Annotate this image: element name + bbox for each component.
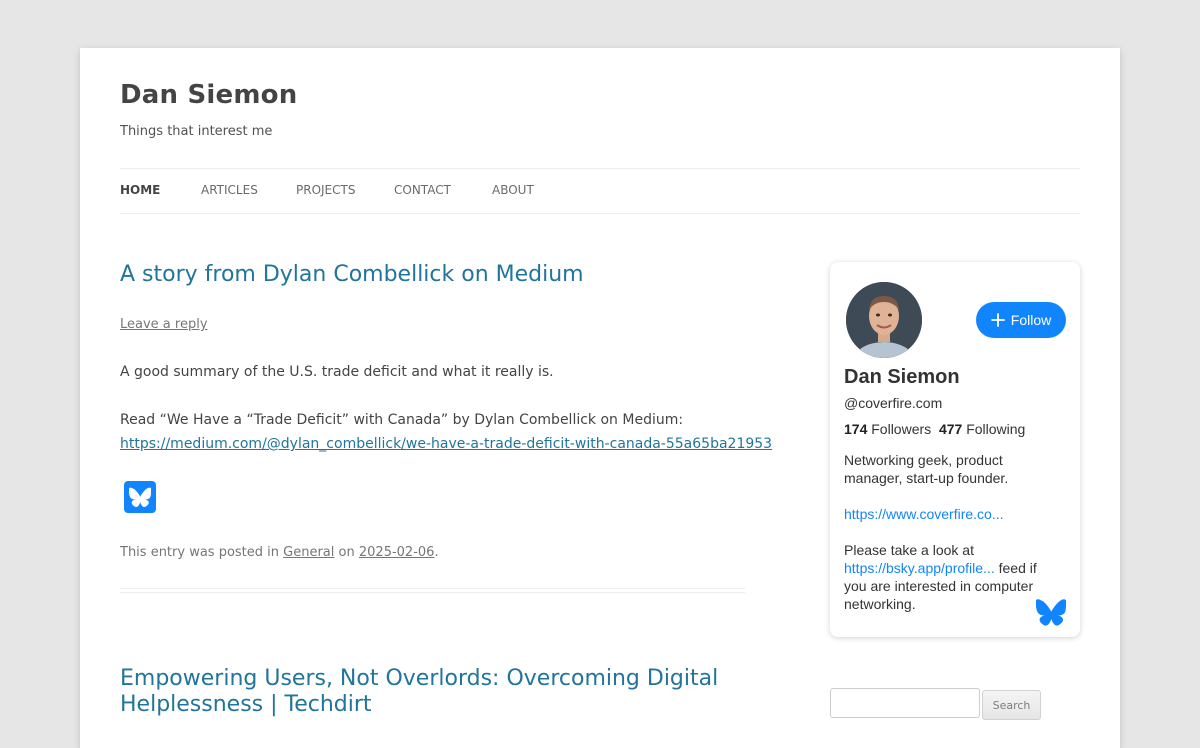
bio-line2: Please take a look at https://bsky.app/p… <box>844 541 1054 613</box>
nav-item-about[interactable]: ABOUT <box>492 183 534 197</box>
bio-line2-prefix: Please take a look at <box>844 542 974 558</box>
bluesky-share-button[interactable] <box>124 481 156 513</box>
post-summary: A good summary of the U.S. trade deficit… <box>120 364 554 380</box>
nav-item-home[interactable]: HOME <box>120 183 160 197</box>
followers-count: 174 <box>844 421 868 437</box>
site-description: Things that interest me <box>120 124 273 139</box>
nav-item-articles[interactable]: ARTICLES <box>201 183 258 197</box>
following-count: 477 <box>938 421 963 437</box>
nav-item-contact[interactable]: CONTACT <box>394 183 451 197</box>
post-title-2[interactable]: Empowering Users, Not Overlords: Overcom… <box>120 666 718 718</box>
post-title-2-line2: Helplessness | Techdirt <box>120 692 372 717</box>
avatar[interactable] <box>846 282 922 358</box>
bluesky-profile-card: Follow Dan Siemon @coverfire.com 174 Fol… <box>830 262 1080 637</box>
post-title-2-line1: Empowering Users, Not Overlords: Overcom… <box>120 666 719 691</box>
entry-meta: This entry was posted in General on 2025… <box>120 545 439 560</box>
bio-website-link[interactable]: https://www.coverfire.co... <box>844 506 1004 522</box>
date-link[interactable]: 2025-02-06 <box>359 545 435 560</box>
butterfly-icon <box>129 487 151 507</box>
category-link[interactable]: General <box>283 545 334 560</box>
follow-button[interactable]: Follow <box>976 302 1066 338</box>
page-container: Dan Siemon Things that interest me HOME … <box>80 48 1120 748</box>
followers-label: Followers <box>871 421 932 437</box>
main-navigation: HOME ARTICLES PROJECTS CONTACT ABOUT <box>120 168 1080 214</box>
post-external-link[interactable]: https://medium.com/@dylan_combellick/we-… <box>120 436 772 452</box>
meta-prefix: This entry was posted in <box>120 545 280 560</box>
site-title[interactable]: Dan Siemon <box>120 80 297 110</box>
post-separator <box>120 588 745 593</box>
post-title[interactable]: A story from Dylan Combellick on Medium <box>120 262 584 288</box>
follow-label: Follow <box>1010 312 1052 328</box>
bio-bsky-link[interactable]: https://bsky.app/profile... <box>844 560 995 576</box>
following-label: Following <box>966 421 1026 437</box>
search-button[interactable]: Search <box>982 690 1041 720</box>
profile-stats: 174 Followers 477 Following <box>844 421 1025 437</box>
search-input[interactable] <box>830 688 980 718</box>
leave-reply-link[interactable]: Leave a reply <box>120 317 208 332</box>
meta-on: on <box>338 545 355 560</box>
avatar-photo <box>846 282 922 358</box>
butterfly-icon[interactable] <box>1036 598 1066 626</box>
meta-end: . <box>434 545 439 560</box>
profile-bio: Networking geek, product manager, start-… <box>844 451 1054 613</box>
bio-line1: Networking geek, product manager, start-… <box>844 452 1009 486</box>
nav-item-projects[interactable]: PROJECTS <box>296 183 355 197</box>
profile-name[interactable]: Dan Siemon <box>844 366 960 389</box>
profile-handle[interactable]: @coverfire.com <box>844 395 942 411</box>
post-read-line: Read “We Have a “Trade Deficit” with Can… <box>120 412 684 428</box>
plus-icon <box>990 313 1005 327</box>
